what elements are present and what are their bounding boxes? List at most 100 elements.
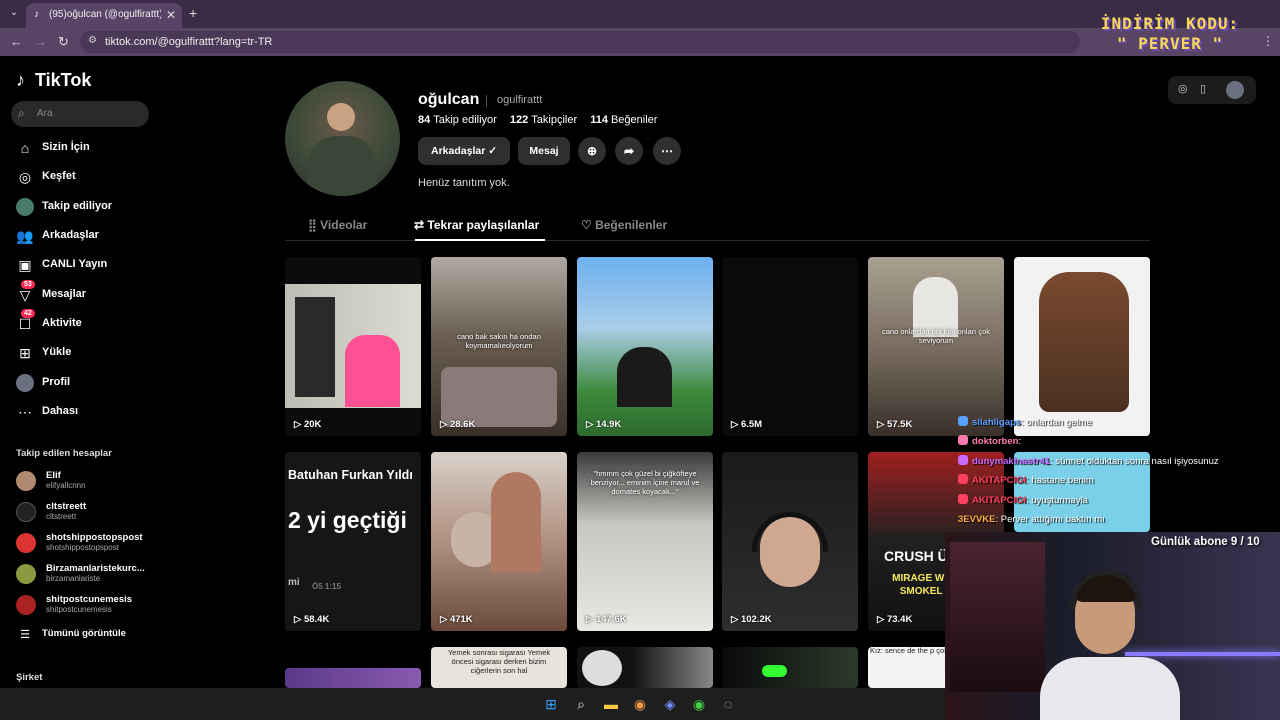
phone-icon[interactable]: ▯: [1200, 82, 1206, 95]
person-shape: [345, 335, 400, 407]
pans-shape: [441, 367, 557, 427]
following-stat[interactable]: 84 Takip ediliyor: [418, 114, 497, 126]
video-big-text: 2 yi geçtiği: [288, 507, 407, 533]
message-button[interactable]: Mesaj: [518, 137, 570, 165]
site-info-icon[interactable]: ⚙: [88, 35, 97, 46]
divider: [486, 95, 487, 107]
tab-begenilenler[interactable]: ♡ Beğenilenler: [581, 218, 667, 232]
search-icon[interactable]: ⌕: [573, 696, 589, 712]
more-options-icon[interactable]: ⋯: [653, 137, 681, 165]
friends-button[interactable]: Arkadaşlar ✓: [418, 137, 510, 165]
forward-icon[interactable]: →: [34, 34, 47, 49]
url-text: tiktok.com/@ogulfirattt?lang=tr-TR: [105, 36, 273, 48]
tab-videolar[interactable]: ⣿ Videolar: [308, 218, 367, 232]
chat-badge-icon: [958, 474, 968, 484]
video-card[interactable]: ▷ 6.5M: [722, 257, 858, 436]
browser-tab[interactable]: ♪ (95)oğulcan (@ogulfirattt) | Tik ✕: [26, 3, 182, 28]
followed-account[interactable]: shotshippostopspost shotshippostopspost: [16, 530, 156, 556]
chat-message: 3EVVKE: Perver attığımı baktın mı: [958, 514, 1105, 525]
nav-yukle[interactable]: ⊞ Yükle: [16, 342, 166, 366]
video-card[interactable]: [722, 647, 858, 688]
video-card[interactable]: ▷ 102.2K: [722, 452, 858, 631]
followed-account[interactable]: Elif elifyallcnnn: [16, 468, 156, 494]
promo-overlay: İNDİRİM KODU: " PERVER ": [1095, 14, 1245, 54]
chat-badge-icon: [958, 435, 968, 445]
headset-shape: [752, 512, 828, 552]
more-icon: ⋯: [18, 404, 32, 420]
user-avatar[interactable]: [1226, 81, 1244, 99]
chrome-icon[interactable]: ◉: [691, 696, 707, 712]
compass-icon[interactable]: ◎: [1178, 82, 1188, 95]
profile-handle: ogulfirattt: [497, 94, 543, 106]
chat-message: AKITAPCIGI: uyuşturmayla: [958, 494, 1088, 510]
tiktok-logo[interactable]: ♪ TikTok: [16, 70, 91, 91]
search-icon: ⌕: [18, 106, 25, 120]
video-card[interactable]: Yemek sonrası sigarası Yemek öncesi siga…: [431, 647, 567, 688]
video-caption: CRUSH Ü: [884, 548, 948, 564]
back-icon[interactable]: ←: [10, 34, 23, 49]
new-tab-button[interactable]: +: [189, 5, 197, 21]
video-card[interactable]: [285, 668, 421, 688]
view-count: ▷ 28.6K: [440, 419, 476, 430]
video-card[interactable]: Batuhan Furkan Yıldı 2 yi geçtiği mi Ö5 …: [285, 452, 421, 631]
windows-start-icon[interactable]: ⊞: [543, 696, 559, 712]
add-friend-icon[interactable]: ⊕: [578, 137, 606, 165]
nav-dahasi[interactable]: ⋯ Dahası: [16, 401, 166, 425]
search-input[interactable]: ⌕ Ara: [11, 101, 149, 127]
video-caption: cano onlardan bol koy onları çok seviyor…: [882, 327, 990, 345]
share-icon[interactable]: ➦: [615, 137, 643, 165]
chat-message: doktorben:: [958, 435, 1021, 451]
video-caption: "hmmm çok güzel bi çiğköfteye benziyor..…: [590, 469, 700, 496]
tab-close-icon[interactable]: ✕: [166, 8, 176, 22]
tab-tekrar-paylasilanlar[interactable]: ⇄ Tekrar paylaşılanlar: [414, 218, 539, 232]
chrome-icon[interactable]: ◉: [632, 696, 648, 712]
nav-canli-yayin[interactable]: ▣ CANLI Yayın: [16, 254, 166, 278]
video-card[interactable]: [577, 647, 713, 688]
browser-menu-icon[interactable]: ⋮: [1262, 34, 1274, 48]
video-card[interactable]: ▷ 20K: [285, 257, 421, 436]
nav-kesfet[interactable]: ◎ Keşfet: [16, 166, 166, 190]
followed-account[interactable]: cltstreett cltstreett: [16, 499, 156, 525]
following-avatar-icon: [16, 198, 34, 216]
friends-icon: 👥: [16, 228, 34, 244]
likes-stat: 114 Beğeniler: [590, 114, 658, 126]
video-caption: Batuhan Furkan Yıldı: [288, 468, 413, 482]
video-card[interactable]: "hmmm çok güzel bi çiğköfteye benziyor..…: [577, 452, 713, 631]
view-all-accounts-button[interactable]: ☰ Tümünü görüntüle: [16, 624, 166, 648]
followers-stat[interactable]: 122 Takipçiler: [510, 114, 577, 126]
nav-sizin-icin[interactable]: ⌂ Sizin İçin: [16, 137, 166, 161]
video-card[interactable]: [1014, 257, 1150, 436]
tab-search-dropdown-icon[interactable]: ⌄: [6, 5, 22, 21]
avatar: [16, 564, 36, 584]
followed-accounts-title: Takip edilen hesaplar: [16, 448, 112, 459]
tiktok-note-icon: ♪: [16, 70, 25, 90]
avatar: [16, 595, 36, 615]
file-explorer-icon[interactable]: ▬: [603, 696, 619, 712]
video-time-text: Ö5 1:15: [312, 582, 341, 591]
video-card[interactable]: ▷ 14.9K: [577, 257, 713, 436]
video-card[interactable]: cano bak sakın ha ondan koymamalıeolyoru…: [431, 257, 567, 436]
poster-shape: [950, 542, 1045, 692]
nav-profil[interactable]: Profil: [16, 372, 166, 396]
search-placeholder: Ara: [37, 108, 53, 119]
avatar: [16, 533, 36, 553]
reload-icon[interactable]: ↻: [58, 34, 69, 50]
profile-name: oğulcan: [418, 91, 480, 108]
obs-icon[interactable]: ◌: [720, 696, 736, 712]
browser-tab-bar: ⌄ ♪ (95)oğulcan (@ogulfirattt) | Tik ✕ +: [0, 0, 1280, 28]
chat-message: silahligaps: onlardan gelme: [958, 416, 1092, 432]
followed-account[interactable]: Birzamanlaristekurc... birzamanlariste: [16, 561, 156, 587]
active-tab-underline: [415, 239, 545, 241]
headset-shape: [1070, 570, 1142, 610]
nav-arkadaslar[interactable]: 👥 Arkadaşlar: [16, 225, 166, 249]
nav-takip-ediliyor[interactable]: Takip ediliyor: [16, 196, 166, 220]
profile-stats: 84 Takip ediliyor 122 Takipçiler 114 Beğeni…: [418, 114, 667, 126]
video-card[interactable]: ▷ 471K: [431, 452, 567, 631]
video-card[interactable]: cano onlardan bol koy onları çok seviyor…: [868, 257, 1004, 436]
nav-mesajlar[interactable]: ▽ 53 Mesajlar: [16, 280, 166, 308]
nav-aktivite[interactable]: ☐ 42 Aktivite: [16, 309, 166, 337]
discord-icon[interactable]: ◈: [662, 696, 678, 712]
tab-title: (95)oğulcan (@ogulfirattt) | Tik: [49, 9, 161, 20]
followed-account[interactable]: shitpostcunemesis shitpostcunemesis: [16, 592, 156, 618]
url-field[interactable]: ⚙ tiktok.com/@ogulfirattt?lang=tr-TR: [80, 31, 1080, 53]
